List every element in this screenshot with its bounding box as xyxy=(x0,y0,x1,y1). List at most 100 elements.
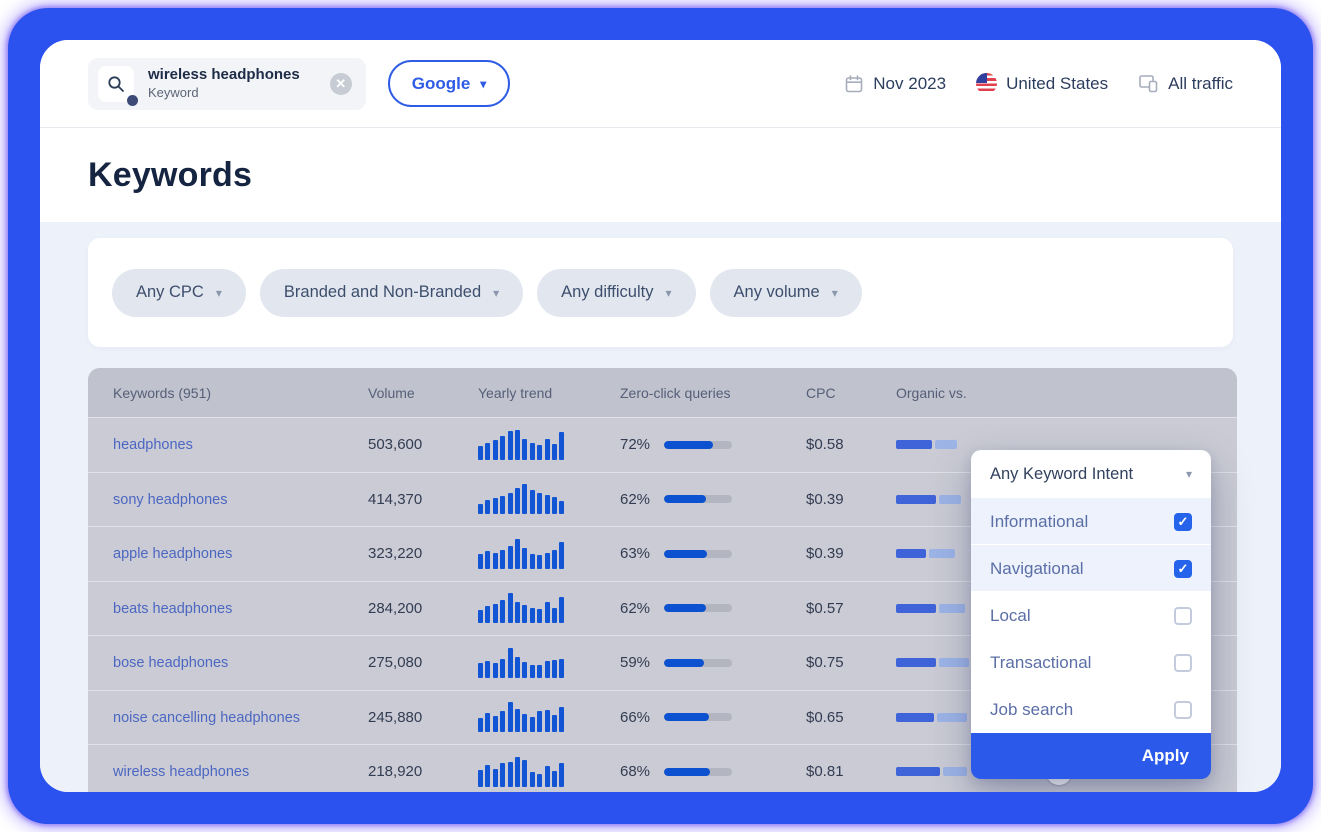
zero-click-bar-fill xyxy=(664,713,709,721)
filter-pill-branded-and-non-branded[interactable]: Branded and Non-Branded▾ xyxy=(260,269,523,317)
trend-bar xyxy=(530,717,535,732)
trend-bar xyxy=(559,597,564,623)
trend-bar xyxy=(508,648,513,678)
traffic-selector[interactable]: All traffic xyxy=(1138,73,1233,94)
zero-click-pct: 68% xyxy=(620,763,650,780)
intent-option-informational[interactable]: Informational✓ xyxy=(971,498,1211,545)
checkbox-unchecked[interactable] xyxy=(1174,701,1192,719)
trend-bar xyxy=(559,707,564,733)
top-bar: wireless headphones Keyword ✕ Google ▾ N… xyxy=(40,40,1281,128)
trend-bar xyxy=(545,439,550,460)
intent-option-label: Navigational xyxy=(990,559,1084,579)
trend-bar xyxy=(515,757,520,787)
column-header-yearly-trend: Yearly trend xyxy=(478,385,620,401)
trend-bar xyxy=(515,488,520,514)
intent-option-label: Job search xyxy=(990,700,1073,720)
keyword-intent-trigger[interactable]: Any Keyword Intent ▾ xyxy=(971,450,1211,498)
trend-bar xyxy=(559,763,564,786)
trend-bar xyxy=(530,554,535,569)
checkbox-checked[interactable]: ✓ xyxy=(1174,560,1192,578)
trend-bar xyxy=(522,439,527,460)
filter-pill-any-difficulty[interactable]: Any difficulty▾ xyxy=(537,269,695,317)
zero-click-bar xyxy=(664,495,732,503)
keyword-intent-label: Any Keyword Intent xyxy=(990,465,1133,484)
keyword-link[interactable]: beats headphones xyxy=(113,601,232,617)
cpc-cell: $0.57 xyxy=(806,600,896,617)
zero-click-pct: 66% xyxy=(620,709,650,726)
checkbox-unchecked[interactable] xyxy=(1174,654,1192,672)
trend-bar xyxy=(500,436,505,460)
yearly-trend-chart xyxy=(478,539,568,569)
cpc-cell: $0.75 xyxy=(806,654,896,671)
checkbox-checked[interactable]: ✓ xyxy=(1174,513,1192,531)
filter-pill-label: Any difficulty xyxy=(561,283,653,302)
intent-option-transactional[interactable]: Transactional xyxy=(971,639,1211,686)
checkbox-unchecked[interactable] xyxy=(1174,607,1192,625)
keyword-link[interactable]: noise cancelling headphones xyxy=(113,710,300,726)
keyword-cell: sony headphones xyxy=(113,491,368,508)
zero-click-cell: 59% xyxy=(620,654,806,671)
keyword-link[interactable]: sony headphones xyxy=(113,492,228,508)
trend-bar xyxy=(552,715,557,732)
zero-click-cell: 66% xyxy=(620,709,806,726)
zero-click-bar xyxy=(664,550,732,558)
clear-search-icon[interactable]: ✕ xyxy=(330,73,352,95)
organic-segment xyxy=(896,440,932,449)
yearly-trend-chart xyxy=(478,430,568,460)
trend-bar xyxy=(493,769,498,787)
trend-bar xyxy=(545,710,550,732)
keyword-cell: noise cancelling headphones xyxy=(113,709,368,726)
column-header-cpc: CPC xyxy=(806,385,896,401)
trend-bar xyxy=(530,443,535,460)
search-engine-dropdown[interactable]: Google ▾ xyxy=(388,60,511,107)
trend-bar xyxy=(537,555,542,569)
us-flag-icon xyxy=(976,73,997,94)
intent-option-job-search[interactable]: Job search xyxy=(971,686,1211,733)
zero-click-bar-fill xyxy=(664,495,706,503)
trend-bar xyxy=(515,539,520,569)
keyword-link[interactable]: wireless headphones xyxy=(113,764,249,780)
date-selector[interactable]: Nov 2023 xyxy=(844,74,946,94)
filter-bar: Any CPC▾ Branded and Non-Branded▾ Any diff… xyxy=(88,238,1233,347)
apply-button[interactable]: Apply xyxy=(971,733,1211,779)
organic-vs-bar xyxy=(896,440,1046,449)
trend-bar xyxy=(485,661,490,678)
keyword-search-box[interactable]: wireless headphones Keyword ✕ xyxy=(88,58,366,110)
paid-segment xyxy=(935,440,957,449)
trend-bar xyxy=(530,665,535,678)
chevron-down-icon: ▾ xyxy=(832,287,838,299)
intent-option-local[interactable]: Local xyxy=(971,592,1211,639)
filter-pill-any-volume[interactable]: Any volume▾ xyxy=(710,269,862,317)
trend-bar xyxy=(537,711,542,733)
trend-bar xyxy=(537,445,542,459)
zero-click-cell: 72% xyxy=(620,436,806,453)
trend-bar xyxy=(485,765,490,787)
search-input-value[interactable]: wireless headphones xyxy=(148,66,300,85)
zero-click-bar-fill xyxy=(664,659,704,667)
traffic-label: All traffic xyxy=(1168,74,1233,94)
keyword-link[interactable]: apple headphones xyxy=(113,546,232,562)
trend-bar xyxy=(508,762,513,787)
title-row: Keywords xyxy=(40,128,1281,221)
trend-bar xyxy=(537,774,542,787)
country-selector[interactable]: United States xyxy=(976,73,1108,94)
yearly-trend-chart xyxy=(478,702,568,732)
zero-click-bar-fill xyxy=(664,550,707,558)
volume-cell: 503,600 xyxy=(368,436,478,453)
trend-bar xyxy=(508,702,513,732)
filter-pill-any-cpc[interactable]: Any CPC▾ xyxy=(112,269,246,317)
trend-bar xyxy=(515,430,520,460)
paid-segment xyxy=(937,713,967,722)
volume-cell: 275,080 xyxy=(368,654,478,671)
yearly-trend-chart xyxy=(478,648,568,678)
keyword-link[interactable]: bose headphones xyxy=(113,655,228,671)
trend-bar xyxy=(515,602,520,624)
chevron-down-icon: ▾ xyxy=(216,287,222,299)
column-header-organic-vs: Organic vs. xyxy=(896,385,1046,401)
trend-bar xyxy=(500,550,505,569)
calendar-icon xyxy=(844,74,864,94)
organic-segment xyxy=(896,604,936,613)
keyword-link[interactable]: headphones xyxy=(113,437,193,453)
intent-option-navigational[interactable]: Navigational ✓ xyxy=(971,545,1211,592)
trend-bar xyxy=(478,554,483,569)
